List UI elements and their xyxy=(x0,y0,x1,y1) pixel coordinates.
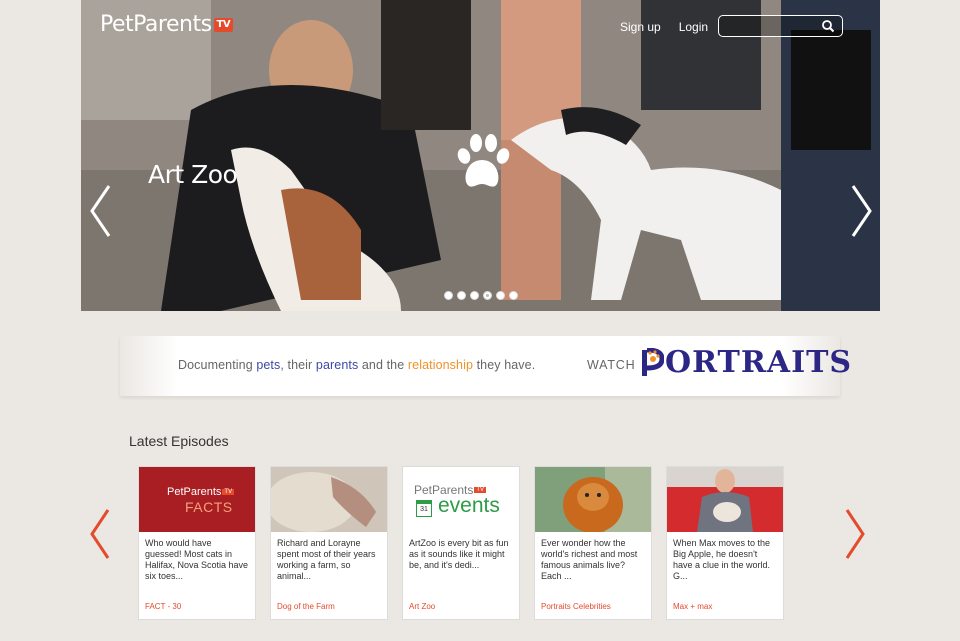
thumb-label: FACTS xyxy=(185,499,233,515)
episode-card[interactable]: Richard and Lorayne spent most of their … xyxy=(270,466,388,620)
carousel-dot-active[interactable] xyxy=(483,291,492,300)
episode-thumbnail xyxy=(535,467,651,532)
episode-category-link[interactable]: FACT - 30 xyxy=(145,602,181,611)
carousel-dot[interactable] xyxy=(470,291,479,300)
portraits-p-paw-icon xyxy=(642,347,664,376)
signup-link[interactable]: Sign up xyxy=(620,20,661,34)
episodes-prev-arrow[interactable] xyxy=(88,508,112,560)
logo-text: PetParents xyxy=(100,12,212,37)
hero-next-arrow[interactable] xyxy=(847,183,875,239)
tagline-text: they have. xyxy=(473,358,536,372)
episode-card[interactable]: Ever wonder how the world's richest and … xyxy=(534,466,652,620)
search-box xyxy=(718,15,843,37)
portraits-wordmark: ORTRAITS xyxy=(665,345,853,380)
portraits-banner[interactable]: Documenting pets, their parents and the … xyxy=(120,336,851,396)
episode-category-link[interactable]: Dog of the Farm xyxy=(277,602,335,611)
paw-icon[interactable] xyxy=(453,132,511,192)
login-link[interactable]: Login xyxy=(679,20,708,34)
watch-label: WATCH xyxy=(587,358,636,372)
tagline-parents: parents xyxy=(315,358,359,372)
episode-thumbnail: PetParents TV FACTS xyxy=(139,467,255,532)
thumb-label: events xyxy=(438,494,500,517)
tagline: Documenting pets, their parents and the … xyxy=(178,358,535,372)
thumb-tv-badge: TV xyxy=(222,489,235,495)
episode-category-link[interactable]: Max + max xyxy=(673,602,712,611)
episode-category-link[interactable]: Portraits Celebrities xyxy=(541,602,611,611)
episode-description: ArtZoo is every bit as fun as it sounds … xyxy=(409,538,509,570)
episode-card[interactable]: When Max moves to the Big Apple, he does… xyxy=(666,466,784,620)
episode-thumbnail xyxy=(667,467,783,532)
carousel-dot[interactable] xyxy=(496,291,505,300)
section-title: Latest Episodes xyxy=(129,433,229,449)
episode-description: Ever wonder how the world's richest and … xyxy=(541,538,638,581)
tagline-relationship: relationship xyxy=(407,358,474,372)
episode-thumbnail xyxy=(271,467,387,532)
carousel-dot[interactable] xyxy=(444,291,453,300)
logo[interactable]: PetParents TV xyxy=(100,12,234,37)
logo-tv-badge: TV xyxy=(213,17,234,32)
tagline-text: , their xyxy=(280,358,316,372)
episodes-list: PetParents TV FACTS Who would have guess… xyxy=(138,466,784,620)
tagline-pets: pets xyxy=(256,358,281,372)
carousel-dot[interactable] xyxy=(457,291,466,300)
hero-carousel: PetParents TV Sign up Login Art Zoo xyxy=(81,0,880,311)
search-input[interactable] xyxy=(719,16,814,36)
hero-title: Art Zoo xyxy=(148,160,238,189)
search-icon[interactable] xyxy=(821,19,835,33)
episode-card[interactable]: PetParents TV 31 events ArtZoo is every … xyxy=(402,466,520,620)
hero-prev-arrow[interactable] xyxy=(87,183,115,239)
thumb-tv-badge: TV xyxy=(474,487,487,493)
max-thumb-image xyxy=(667,467,783,532)
pomeranian-thumb-image xyxy=(535,467,651,532)
carousel-dot[interactable] xyxy=(509,291,518,300)
tagline-text: Documenting xyxy=(178,358,257,372)
episodes-next-arrow[interactable] xyxy=(843,508,867,560)
tagline-text: and the xyxy=(358,358,408,372)
episode-category-link[interactable]: Art Zoo xyxy=(409,602,435,611)
farm-thumb-image xyxy=(271,467,387,532)
thumb-brand: PetParents xyxy=(167,486,222,498)
episode-card[interactable]: PetParents TV FACTS Who would have guess… xyxy=(138,466,256,620)
calendar-icon: 31 xyxy=(416,500,432,517)
top-nav: Sign up Login xyxy=(620,20,708,34)
episode-description: Who would have guessed! Most cats in Hal… xyxy=(145,538,249,581)
episode-description: When Max moves to the Big Apple, he does… xyxy=(673,538,771,581)
portraits-logo: ORTRAITS xyxy=(640,345,852,380)
episode-description: Richard and Lorayne spent most of their … xyxy=(277,538,376,581)
episode-thumbnail: PetParents TV 31 events xyxy=(403,467,519,532)
carousel-dots xyxy=(444,291,518,300)
